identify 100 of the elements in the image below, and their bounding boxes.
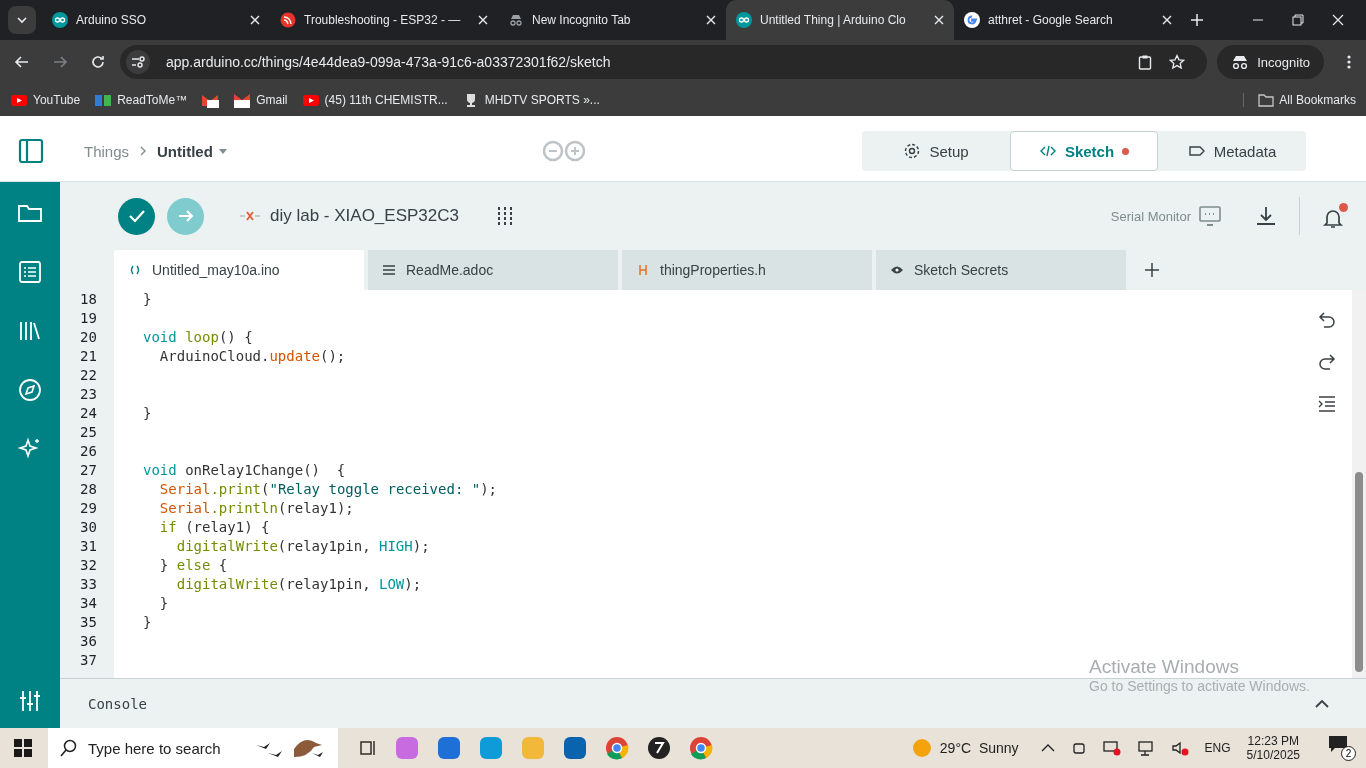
browser-tab[interactable]: Untitled Thing | Arduino Clo — [726, 0, 954, 40]
back-icon[interactable] — [14, 54, 30, 70]
chevron-up-icon[interactable] — [1040, 743, 1055, 753]
indent-icon[interactable] — [1317, 394, 1337, 414]
code-line: } — [158, 594, 169, 613]
favicon-icon — [964, 12, 980, 28]
windows-start-icon[interactable] — [14, 739, 32, 757]
clock[interactable]: 12:23 PM 5/10/2025 — [1246, 734, 1300, 762]
browser-tab[interactable]: New Incognito Tab — [498, 0, 726, 40]
compass-icon[interactable] — [17, 377, 43, 403]
play-icon — [301, 92, 320, 108]
chrome-icon[interactable] — [688, 735, 714, 761]
browser-tab[interactable]: Troubleshooting - ESP32 - — — [270, 0, 498, 40]
undo-icon[interactable] — [1317, 310, 1337, 330]
code-line: } — [142, 404, 152, 423]
scrollbar-thumb[interactable] — [1355, 472, 1363, 672]
bookmark[interactable]: YouTube — [10, 92, 81, 108]
settings-icon — [903, 142, 922, 160]
close-icon[interactable] — [1162, 15, 1172, 25]
breadcrumb-link[interactable]: Things — [84, 142, 130, 160]
menu-icon[interactable] — [1346, 54, 1352, 70]
line-number: 32 — [79, 556, 98, 575]
task-view-icon[interactable] — [358, 738, 378, 758]
taskbar-search-field[interactable]: Type here to search — [48, 728, 338, 768]
browser-tab[interactable]: atthret - Google Search — [954, 0, 1182, 40]
weather-widget[interactable]: 29°C Sunny — [911, 738, 1019, 758]
notification-center-button[interactable]: 2 — [1328, 735, 1356, 761]
mode-tab[interactable]: Sketch — [1010, 131, 1158, 171]
sliders-icon[interactable] — [495, 205, 515, 227]
incognito-icon — [1231, 54, 1250, 70]
file-tab[interactable]: ReadMe.adoc — [368, 250, 618, 290]
file-tab[interactable]: thingProperties.h — [622, 250, 872, 290]
close-icon[interactable] — [250, 15, 260, 25]
code-line: } else { — [158, 556, 228, 575]
bookmark[interactable]: MHDTV SPORTS »... — [461, 92, 600, 108]
play-icon — [10, 92, 28, 108]
notifications-button[interactable] — [1322, 203, 1348, 229]
address-field[interactable]: app.arduino.cc/things/4e44dea9-099a-473a-91c6-a03372301f62/sketch — [120, 45, 1208, 79]
line-number: 21 — [79, 347, 98, 366]
close-icon[interactable] — [934, 15, 944, 25]
line-number: 30 — [79, 518, 98, 537]
bookmark[interactable]: (45) 11th CHEMISTR... — [301, 92, 448, 108]
chrome-icon[interactable] — [604, 735, 630, 761]
favicon-icon — [280, 12, 296, 28]
line-number: 25 — [79, 423, 98, 442]
line-number: 36 — [79, 632, 98, 651]
new-tab-icon[interactable] — [1190, 13, 1204, 27]
sidebar-toggle-icon[interactable] — [18, 138, 44, 164]
search-icon — [60, 739, 78, 757]
speaker-muted-icon[interactable] — [1170, 740, 1189, 756]
restore-icon[interactable] — [1292, 14, 1304, 26]
incognito-button[interactable]: Incognito — [1217, 45, 1324, 79]
display-alert-icon[interactable] — [1102, 740, 1121, 756]
meet-icon[interactable] — [1070, 740, 1087, 756]
bookmark[interactable]: Gmail — [233, 92, 288, 108]
forward-icon[interactable] — [52, 54, 68, 70]
star-icon[interactable] — [1169, 54, 1186, 70]
mode-tab[interactable]: Metadata — [1158, 131, 1306, 171]
favicon-icon — [736, 12, 752, 28]
language-indicator[interactable]: ENG — [1204, 741, 1231, 755]
network-icon[interactable] — [1136, 740, 1155, 756]
sun-icon — [911, 738, 932, 758]
add-file-icon[interactable] — [1144, 262, 1160, 278]
scrollbar[interactable] — [1352, 290, 1366, 678]
close-icon[interactable] — [706, 15, 716, 25]
chevron-up-icon[interactable] — [1314, 698, 1330, 709]
list-icon[interactable] — [17, 259, 43, 285]
tab-search-button[interactable] — [8, 6, 36, 34]
file-tab[interactable]: Untitled_may10a.ino — [114, 250, 364, 290]
bookmark[interactable]: ReadToMe™ — [94, 92, 188, 108]
device-selector[interactable]: diy lab - XIAO_ESP32C3 — [240, 206, 459, 226]
line-number: 35 — [79, 613, 98, 632]
line-number: 34 — [79, 594, 98, 613]
code-line: } — [142, 290, 152, 309]
all-bookmarks-button[interactable]: All Bookmarks — [1243, 93, 1356, 107]
browser-tab[interactable]: Arduino SSO — [42, 0, 270, 40]
reload-icon[interactable] — [90, 54, 106, 70]
clipboard-icon[interactable] — [1137, 54, 1154, 70]
code-line: Serial.println(relay1); — [158, 499, 354, 518]
line-number: 23 — [79, 385, 98, 404]
code-line: void loop() { — [142, 328, 253, 347]
folder-icon — [1258, 93, 1275, 107]
message-icon — [1328, 735, 1348, 753]
mail-icon — [233, 92, 252, 108]
verify-button[interactable] — [118, 197, 155, 235]
download-icon[interactable] — [1255, 205, 1277, 227]
eye-icon — [890, 264, 904, 276]
redo-icon[interactable] — [1317, 352, 1337, 372]
mail-bookmark-icon[interactable] — [201, 92, 220, 108]
thing-name-dropdown[interactable]: Untitled — [157, 142, 227, 160]
sliders-icon[interactable] — [17, 688, 43, 714]
close-icon[interactable] — [1332, 14, 1344, 26]
bookmark-logo-icon — [94, 92, 113, 108]
app-icon[interactable] — [646, 735, 672, 761]
line-number: 19 — [79, 309, 98, 328]
close-icon[interactable] — [478, 15, 488, 25]
mode-tab[interactable]: Setup — [862, 131, 1010, 171]
code-line: } — [142, 613, 152, 632]
file-tab[interactable]: Sketch Secrets — [876, 250, 1126, 290]
site-settings-icon[interactable] — [126, 50, 150, 74]
